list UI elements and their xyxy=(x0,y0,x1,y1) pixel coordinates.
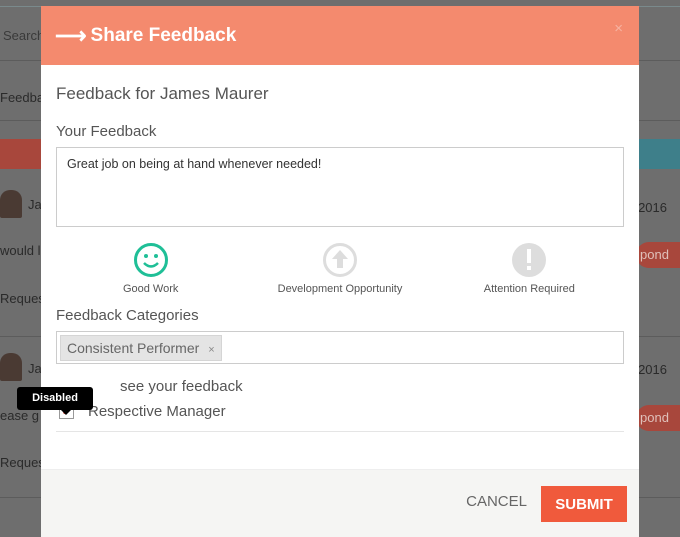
type-development-opportunity[interactable]: Development Opportunity xyxy=(245,242,434,302)
remove-tag-icon[interactable]: × xyxy=(208,344,214,356)
categories-input[interactable]: Consistent Performer × xyxy=(56,331,624,364)
modal-header: ⟶ Share Feedback × xyxy=(41,6,639,65)
type-good-work[interactable]: Good Work xyxy=(56,242,245,302)
type-label: Attention Required xyxy=(483,283,575,295)
feedback-type-selector: Good Work Development Opportunity Attent… xyxy=(56,242,624,302)
avatar xyxy=(0,353,22,381)
row-date: 2016 xyxy=(638,200,667,215)
modal-footer: CANCEL SUBMIT xyxy=(41,469,639,537)
share-feedback-modal: ⟶ Share Feedback × Feedback for James Ma… xyxy=(17,6,639,537)
header-bar xyxy=(639,139,680,169)
respond-button: pond xyxy=(636,405,680,431)
type-label: Good Work xyxy=(122,283,179,295)
disabled-tooltip: Disabled xyxy=(17,387,93,415)
modal-title: Share Feedback xyxy=(90,24,237,46)
row-message: would li xyxy=(0,243,44,258)
smiley-icon xyxy=(133,243,168,277)
row-date: 2016 xyxy=(638,362,667,377)
respond-button: pond xyxy=(636,242,680,268)
type-label: Development Opportunity xyxy=(277,283,403,295)
feedback-label: Your Feedback xyxy=(56,123,157,140)
tag-label: Consistent Performer xyxy=(67,340,200,356)
header-bar xyxy=(0,139,41,169)
exclamation-circle-icon xyxy=(512,243,547,277)
row-name: Ja xyxy=(28,197,42,212)
cancel-button[interactable]: CANCEL xyxy=(466,493,527,510)
arrow-up-circle-icon xyxy=(322,243,357,277)
feedback-tab: Feedba xyxy=(0,90,45,105)
manager-checkbox-label: Respective Manager xyxy=(88,403,226,420)
category-tag: Consistent Performer × xyxy=(60,335,222,361)
row-name: Ja xyxy=(28,361,42,376)
close-button[interactable]: × xyxy=(614,20,623,37)
type-attention-required[interactable]: Attention Required xyxy=(435,242,624,302)
avatar xyxy=(0,190,22,218)
modal-subtitle: Feedback for James Maurer xyxy=(56,84,269,103)
search-field: Search xyxy=(3,28,45,43)
row-status: Reques xyxy=(0,455,45,470)
row-message: ease g xyxy=(0,408,40,423)
row-status: Reques xyxy=(0,291,45,306)
visibility-label: see your feedback xyxy=(120,378,243,395)
categories-label: Feedback Categories xyxy=(56,307,199,324)
feedback-textarea[interactable]: Great job on being at hand whenever need… xyxy=(56,147,624,227)
arrow-right-icon: ⟶ xyxy=(55,22,87,48)
submit-button[interactable]: SUBMIT xyxy=(541,486,627,522)
